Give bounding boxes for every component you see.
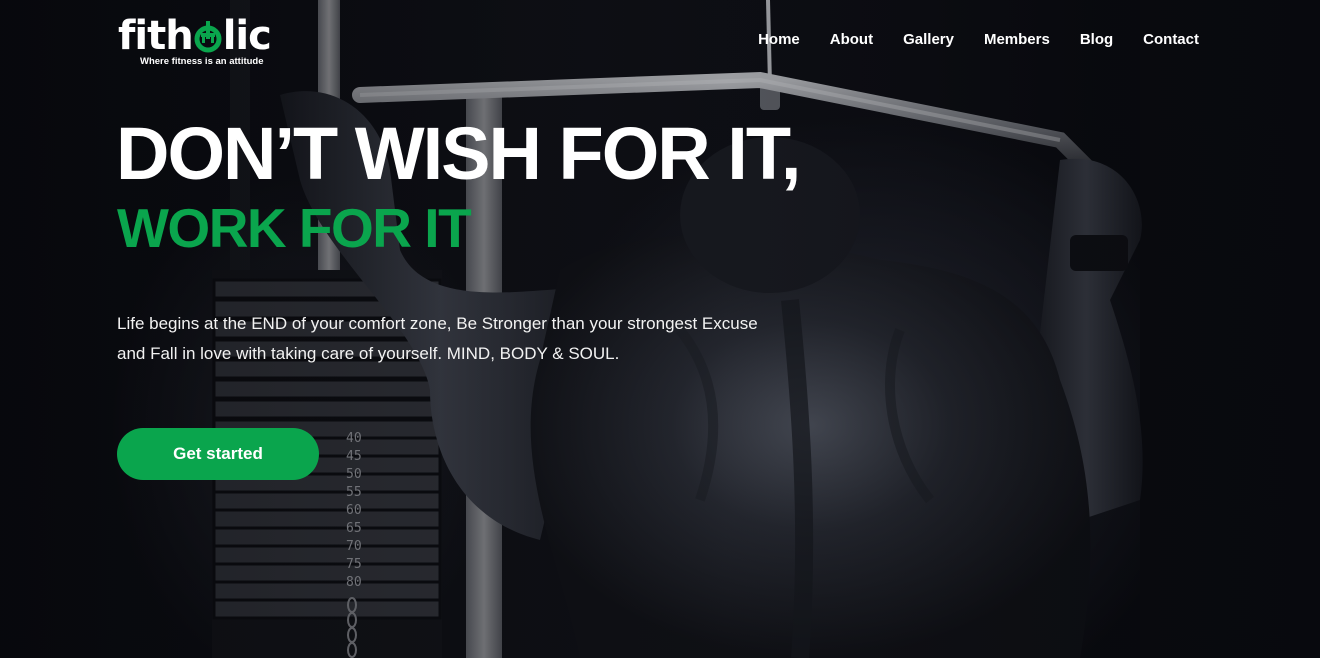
nav-item-contact[interactable]: Contact	[1113, 30, 1199, 50]
dumbbell-icon	[194, 21, 222, 53]
nav-item-members[interactable]: Members	[954, 30, 1050, 50]
nav-item-blog[interactable]: Blog	[1050, 30, 1113, 50]
hero-description: Life begins at the END of your comfort z…	[117, 314, 758, 363]
nav-item-about[interactable]: About	[800, 30, 873, 50]
hero-section: 40 45 50 55 60 65 70 75 80	[0, 0, 1320, 658]
main-nav: Home About Gallery Members Blog Contact	[728, 30, 1199, 50]
logo-tagline: Where fitness is an attitude	[140, 56, 264, 67]
nav-item-gallery[interactable]: Gallery	[873, 30, 954, 50]
nav-item-home[interactable]: Home	[728, 30, 800, 50]
hero-headline: DON’T WISH FOR IT,	[116, 112, 801, 195]
logo-wordmark: fith lic	[118, 13, 272, 59]
get-started-button[interactable]: Get started	[117, 428, 319, 480]
hero-subheadline: WORK FOR IT	[117, 197, 472, 259]
site-logo[interactable]: fith lic Where fitness is an attitude	[118, 14, 282, 70]
